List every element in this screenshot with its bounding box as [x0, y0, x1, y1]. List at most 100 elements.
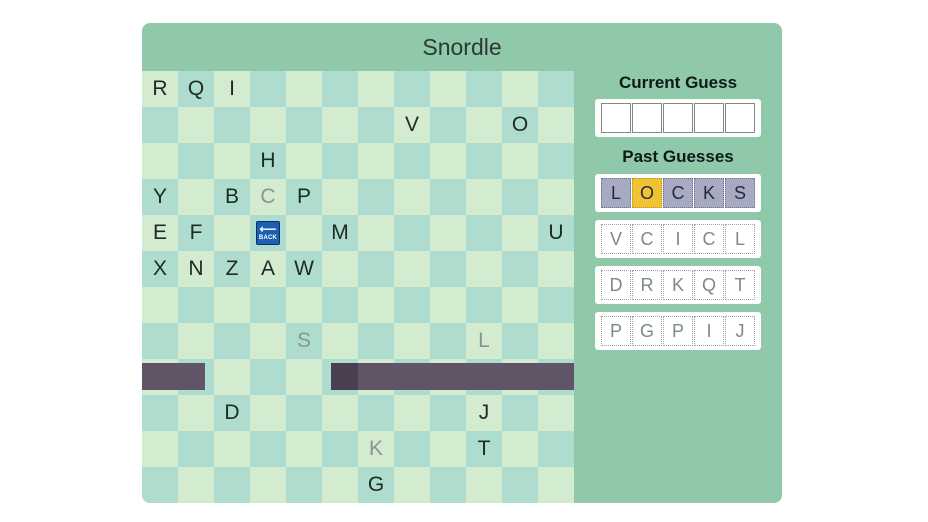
board-cell[interactable] [178, 287, 214, 323]
board-cell[interactable] [322, 251, 358, 287]
board-cell[interactable] [394, 179, 430, 215]
board-cell[interactable] [430, 467, 466, 503]
board-cell[interactable]: Q [178, 71, 214, 107]
board-cell[interactable] [466, 251, 502, 287]
board-cell[interactable]: T [466, 431, 502, 467]
board-cell[interactable] [358, 107, 394, 143]
board-cell[interactable]: M [322, 215, 358, 251]
board-cell[interactable]: C [250, 179, 286, 215]
board-cell[interactable] [322, 143, 358, 179]
board-cell[interactable] [394, 395, 430, 431]
board-cell[interactable] [430, 431, 466, 467]
board-cell[interactable] [214, 287, 250, 323]
board-cell[interactable] [286, 215, 322, 251]
board-cell[interactable] [178, 467, 214, 503]
board-cell[interactable]: A [250, 251, 286, 287]
board-cell[interactable]: F [178, 215, 214, 251]
back-key-button[interactable]: ⟵ BACK [256, 221, 280, 245]
board-cell[interactable] [502, 287, 538, 323]
board-cell[interactable] [322, 71, 358, 107]
board-cell[interactable]: L [466, 323, 502, 359]
board-cell[interactable] [214, 323, 250, 359]
board-cell[interactable] [502, 143, 538, 179]
board-cell[interactable] [178, 143, 214, 179]
board-cell[interactable] [358, 323, 394, 359]
board-cell[interactable] [358, 395, 394, 431]
board-cell[interactable] [430, 287, 466, 323]
board-cell[interactable] [466, 287, 502, 323]
board-cell[interactable] [250, 359, 286, 395]
board-cell[interactable] [214, 215, 250, 251]
board-cell[interactable]: G [358, 467, 394, 503]
board-cell[interactable] [322, 287, 358, 323]
board-cell[interactable] [394, 431, 430, 467]
board-cell[interactable] [358, 215, 394, 251]
board-cell[interactable] [286, 71, 322, 107]
board-cell[interactable] [178, 395, 214, 431]
board-cell[interactable] [286, 107, 322, 143]
board-cell[interactable]: W [286, 251, 322, 287]
board-cell[interactable] [538, 251, 574, 287]
board-cell[interactable] [142, 287, 178, 323]
board-cell[interactable] [142, 395, 178, 431]
board-cell[interactable]: Y [142, 179, 178, 215]
board-cell[interactable] [538, 71, 574, 107]
board-cell[interactable] [538, 143, 574, 179]
board-cell[interactable] [322, 431, 358, 467]
board-cell[interactable] [466, 215, 502, 251]
board-cell[interactable] [286, 359, 322, 395]
board-cell[interactable] [250, 107, 286, 143]
board-cell[interactable]: V [394, 107, 430, 143]
board-cell[interactable]: O [502, 107, 538, 143]
board-cell[interactable] [394, 71, 430, 107]
board-cell[interactable] [250, 431, 286, 467]
board-cell[interactable] [430, 179, 466, 215]
board-cell[interactable] [214, 467, 250, 503]
board-cell[interactable] [538, 179, 574, 215]
board-cell[interactable] [502, 323, 538, 359]
board-cell[interactable] [430, 251, 466, 287]
board-cell[interactable] [142, 323, 178, 359]
board-cell[interactable] [178, 323, 214, 359]
board-cell[interactable] [142, 431, 178, 467]
board-cell[interactable]: U [538, 215, 574, 251]
board-cell[interactable] [178, 107, 214, 143]
board-cell[interactable] [538, 467, 574, 503]
board-cell[interactable] [250, 287, 286, 323]
board-cell[interactable] [178, 431, 214, 467]
board-cell[interactable] [430, 107, 466, 143]
board-cell[interactable]: ⟵ BACK [250, 215, 286, 251]
board-cell[interactable] [466, 467, 502, 503]
board-cell[interactable]: I [214, 71, 250, 107]
board-cell[interactable] [502, 467, 538, 503]
board-cell[interactable]: E [142, 215, 178, 251]
board-cell[interactable] [250, 467, 286, 503]
board-cell[interactable]: J [466, 395, 502, 431]
board-cell[interactable] [430, 71, 466, 107]
board-cell[interactable]: N [178, 251, 214, 287]
board-cell[interactable] [358, 287, 394, 323]
board-cell[interactable]: K [358, 431, 394, 467]
board-cell[interactable] [430, 395, 466, 431]
board-cell[interactable] [466, 143, 502, 179]
board-cell[interactable] [538, 395, 574, 431]
board-cell[interactable] [502, 179, 538, 215]
board-cell[interactable] [538, 323, 574, 359]
board-cell[interactable] [394, 215, 430, 251]
board-cell[interactable] [286, 287, 322, 323]
board-cell[interactable] [322, 179, 358, 215]
board-cell[interactable] [466, 71, 502, 107]
board-cell[interactable] [214, 359, 250, 395]
board-cell[interactable] [142, 107, 178, 143]
board-cell[interactable] [358, 143, 394, 179]
board-cell[interactable]: Z [214, 251, 250, 287]
board-cell[interactable] [250, 323, 286, 359]
board-cell[interactable] [502, 71, 538, 107]
board-cell[interactable]: H [250, 143, 286, 179]
board-cell[interactable]: S [286, 323, 322, 359]
board-cell[interactable] [178, 179, 214, 215]
board-cell[interactable] [214, 143, 250, 179]
board-cell[interactable] [358, 71, 394, 107]
board-cell[interactable] [142, 467, 178, 503]
board-cell[interactable]: R [142, 71, 178, 107]
